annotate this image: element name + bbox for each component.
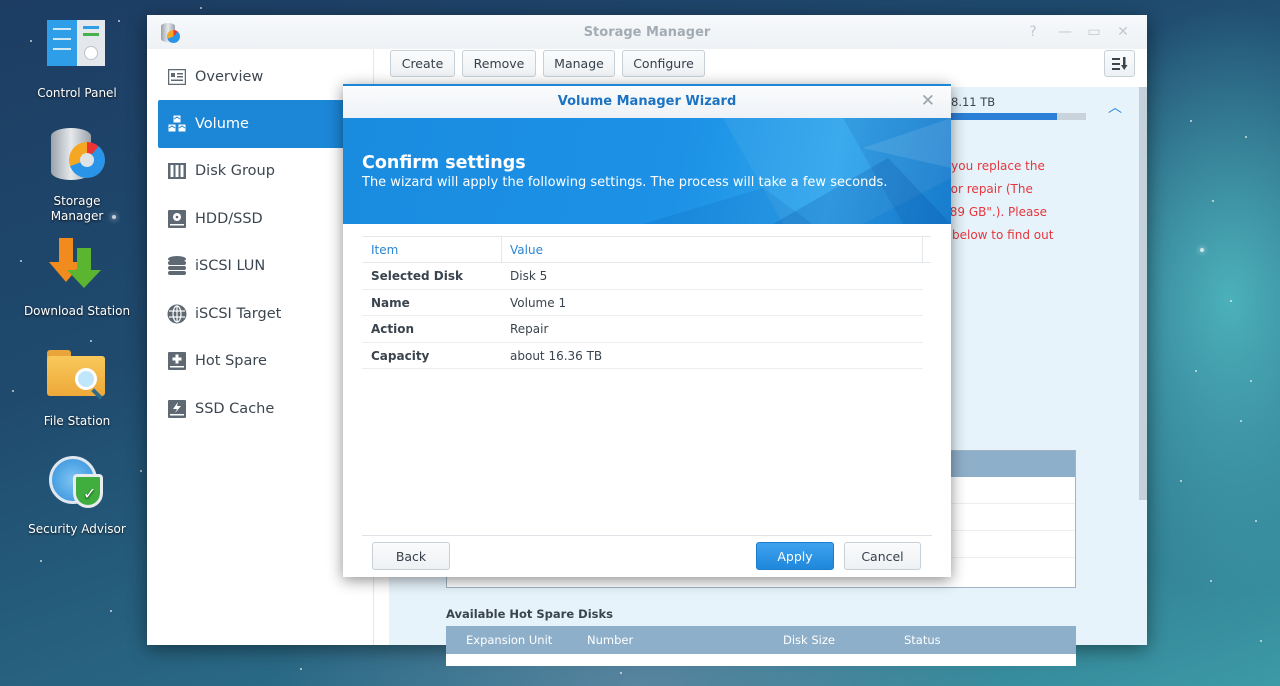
column-disk-size[interactable]: Disk Size <box>783 633 835 647</box>
column-number[interactable]: Number <box>587 633 633 647</box>
sidebar-item-iscsi-target[interactable]: iSCSI Target <box>158 290 374 338</box>
close-button[interactable]: ✕ <box>1115 24 1131 40</box>
table-row[interactable]: Action Repair <box>362 316 923 343</box>
volume-usage-fill <box>949 113 1058 120</box>
table-row[interactable]: Selected Disk Disk 5 <box>362 263 923 290</box>
row-value: Volume 1 <box>510 295 567 310</box>
sidebar-item-hdd-ssd[interactable]: HDD/SSD <box>158 195 374 243</box>
desktop-icon-storage-manager[interactable]: Storage Manager <box>17 126 137 224</box>
close-icon[interactable]: ✕ <box>921 91 935 111</box>
column-divider <box>501 237 502 262</box>
security-advisor-icon: ✓ <box>45 454 109 518</box>
disk-group-icon <box>167 161 187 181</box>
desktop-icon-label: Control Panel <box>37 86 117 100</box>
desktop-icon-label: Security Advisor <box>28 522 126 536</box>
window-titlebar[interactable]: Storage Manager ? — ▭ ✕ <box>147 15 1147 49</box>
table-header: Expansion Unit Number Disk Size Status <box>446 626 1076 654</box>
table-row[interactable]: Name Volume 1 <box>362 290 923 316</box>
sort-button[interactable] <box>1104 50 1135 77</box>
volume-size: 8.11 TB <box>951 95 996 109</box>
row-item: Action <box>371 322 415 336</box>
scrollbar[interactable] <box>1139 87 1147 500</box>
dialog-title: Volume Manager Wizard <box>557 94 737 109</box>
sidebar-item-label: Volume <box>195 116 249 132</box>
configure-button[interactable]: Configure <box>622 50 705 77</box>
column-status[interactable]: Status <box>904 633 941 647</box>
sidebar-item-hot-spare[interactable]: Hot Spare <box>158 337 374 385</box>
sidebar-item-label: HDD/SSD <box>195 211 263 227</box>
sidebar-item-label: iSCSI Target <box>195 306 282 322</box>
sidebar-item-label: iSCSI LUN <box>195 258 266 274</box>
hot-spare-icon <box>167 351 187 371</box>
wizard-heading: Confirm settings <box>362 153 526 173</box>
wizard-description: The wizard will apply the following sett… <box>362 175 888 190</box>
dialog-footer-divider <box>362 535 932 536</box>
minimize-button[interactable]: — <box>1057 24 1073 40</box>
volume-usage-bar <box>949 113 1086 120</box>
sidebar-item-volume[interactable]: Volume <box>158 100 374 148</box>
sidebar-item-overview[interactable]: Overview <box>158 53 374 101</box>
table-header: Item Value <box>362 236 931 263</box>
volume-manager-wizard-dialog: Volume Manager Wizard ✕ Confirm settings… <box>343 84 951 577</box>
row-value: Disk 5 <box>510 269 548 283</box>
window-title: Storage Manager <box>583 25 711 40</box>
row-value: Repair <box>510 322 549 336</box>
maximize-button[interactable]: ▭ <box>1086 24 1102 40</box>
sort-icon <box>1111 56 1127 70</box>
row-value: about 16.36 TB <box>510 348 603 363</box>
volume-icon <box>167 114 187 134</box>
chevron-up-icon[interactable]: ︿ <box>1108 97 1122 117</box>
column-item[interactable]: Item <box>371 243 398 257</box>
back-button[interactable]: Back <box>372 542 450 570</box>
column-value[interactable]: Value <box>510 243 543 257</box>
remove-button[interactable]: Remove <box>462 50 536 77</box>
sidebar-item-label: Overview <box>195 69 264 85</box>
desktop-icon-label: File Station <box>43 414 111 428</box>
iscsi-lun-icon <box>167 256 187 276</box>
desktop-icon-label: Download Station <box>23 304 131 318</box>
desktop-icon-security-advisor[interactable]: ✓ Security Advisor <box>17 454 137 537</box>
desktop-icon-control-panel[interactable]: Control Panel <box>17 18 137 101</box>
sidebar-item-label: SSD Cache <box>195 401 275 417</box>
ssd-cache-icon <box>167 399 187 419</box>
row-item: Name <box>371 295 410 310</box>
sidebar-item-ssd-cache[interactable]: SSD Cache <box>158 385 374 433</box>
table-row[interactable]: Capacity about 16.36 TB <box>362 343 923 369</box>
sidebar-item-label: Disk Group <box>195 163 275 179</box>
desktop-icon-label: Storage Manager <box>50 194 104 223</box>
cancel-button[interactable]: Cancel <box>844 542 921 570</box>
volume-warning-text: est you replace the es for repair (The "… <box>929 159 1054 242</box>
row-item: Selected Disk <box>371 269 463 283</box>
download-station-icon <box>45 236 109 300</box>
settings-table: Item Value Selected Disk Disk 5 Name Vol… <box>362 236 931 369</box>
column-divider <box>922 237 923 262</box>
desktop-icon-download-station[interactable]: Download Station <box>17 236 137 319</box>
desktop-icon-file-station[interactable]: File Station <box>17 346 137 429</box>
sidebar-item-iscsi-lun[interactable]: iSCSI LUN <box>158 242 374 290</box>
overview-icon <box>167 67 187 87</box>
column-expansion-unit[interactable]: Expansion Unit <box>466 633 552 647</box>
sidebar: Overview Volume Disk Group HDD/SSD iSCSI… <box>147 49 374 645</box>
apply-button[interactable]: Apply <box>756 542 834 570</box>
wizard-banner: Confirm settings The wizard will apply t… <box>343 118 951 224</box>
file-station-icon <box>45 346 109 410</box>
create-button[interactable]: Create <box>390 50 455 77</box>
row-item: Capacity <box>371 348 430 363</box>
sidebar-item-label: Hot Spare <box>195 353 267 369</box>
dialog-titlebar[interactable]: Volume Manager Wizard ✕ <box>343 86 951 118</box>
sidebar-item-disk-group[interactable]: Disk Group <box>158 147 374 195</box>
control-panel-icon <box>45 18 109 82</box>
help-button[interactable]: ? <box>1025 24 1041 40</box>
manage-button[interactable]: Manage <box>543 50 615 77</box>
hdd-icon <box>167 209 187 229</box>
globe-icon <box>167 304 187 324</box>
hot-spare-table: Expansion Unit Number Disk Size Status <box>446 626 1076 666</box>
hot-spare-title: Available Hot Spare Disks <box>446 607 613 621</box>
storage-manager-icon <box>45 126 109 190</box>
